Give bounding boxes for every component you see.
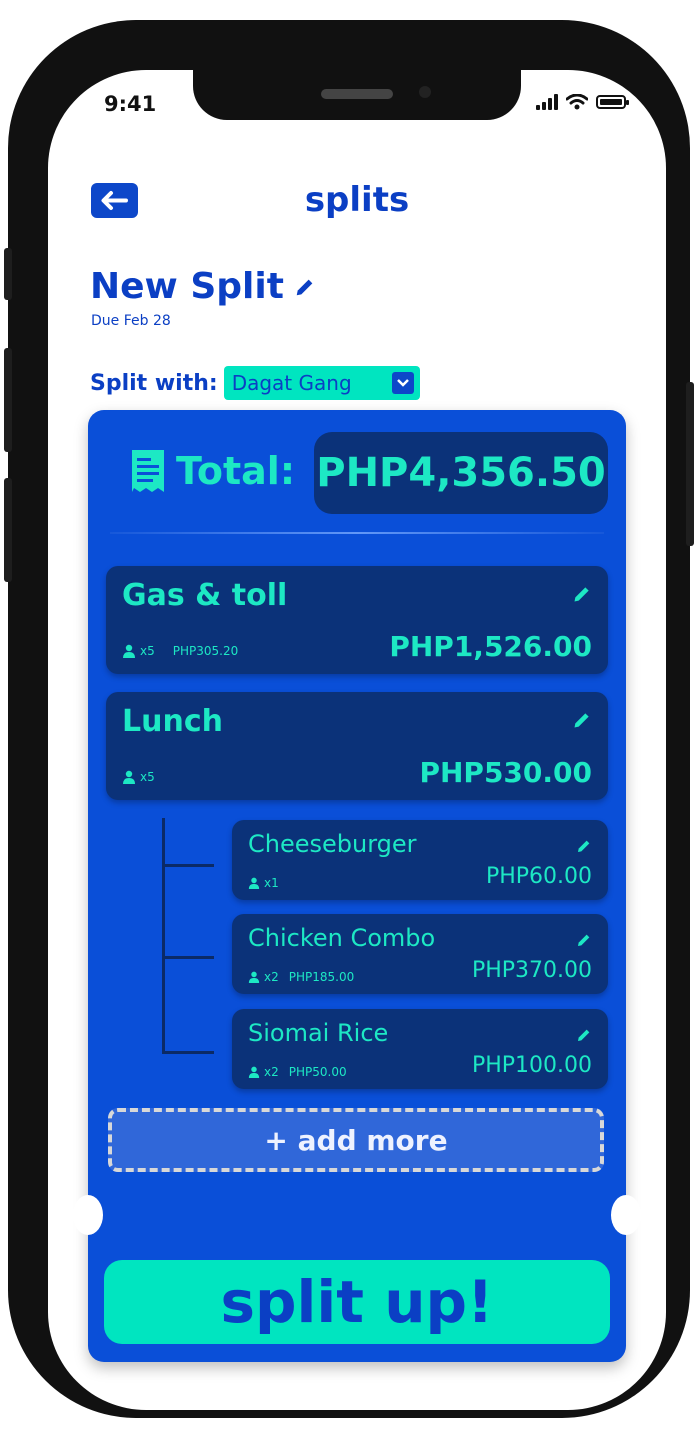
battery-icon [596, 95, 629, 109]
person-icon [248, 877, 260, 889]
person-icon [248, 1066, 260, 1078]
subitem-meta: x1 [248, 876, 279, 890]
split-card: Total: PHP4,356.50 Gas & toll x5 PHP305.… [73, 410, 641, 1362]
ticket-notch-left [73, 1195, 103, 1235]
total-label-row: Total: [130, 448, 295, 494]
split-name-text: New Split [90, 266, 284, 307]
ticket-notch-right [611, 1195, 641, 1235]
split-up-button[interactable]: split up! [104, 1260, 610, 1344]
subitem-siomai-rice[interactable]: Siomai Rice x2 PHP50.00 PHP100.00 [232, 1009, 608, 1089]
subitem-people: x2 [264, 970, 279, 984]
pencil-icon[interactable] [294, 276, 316, 298]
tree-connector [162, 818, 165, 1054]
total-box: PHP4,356.50 [314, 432, 608, 514]
pencil-icon[interactable] [576, 838, 592, 854]
subitem-amount: PHP370.00 [471, 958, 592, 983]
wifi-icon [566, 94, 588, 110]
total-value: PHP4,356.50 [316, 450, 606, 496]
status-icons [536, 94, 629, 110]
subitem-name: Chicken Combo [248, 924, 436, 952]
pencil-icon[interactable] [572, 710, 592, 730]
item-per-person: PHP305.20 [172, 644, 239, 658]
chevron-down-icon [391, 372, 414, 394]
group-select[interactable]: Dagat Gang [223, 366, 420, 400]
subitem-chicken-combo[interactable]: Chicken Combo x2 PHP185.00 PHP370.00 [232, 914, 608, 994]
group-select-value: Dagat Gang [231, 371, 352, 395]
item-name: Gas & toll [122, 578, 288, 613]
add-more-button[interactable]: + add more [108, 1108, 604, 1172]
volume-down-button [4, 478, 12, 582]
item-gas-toll[interactable]: Gas & toll x5 PHP305.20 PHP1,526.00 [106, 566, 608, 674]
add-more-label: + add more [264, 1123, 448, 1157]
divider [110, 532, 604, 534]
screen: 9:41 splits New Split Due Feb 28 Split w… [48, 70, 666, 1410]
tree-branch [162, 1051, 214, 1054]
item-meta: x5 [122, 770, 155, 784]
subitem-people: x1 [264, 876, 279, 890]
total-label: Total: [176, 449, 296, 493]
item-meta: x5 PHP305.20 [122, 644, 238, 658]
item-amount: PHP1,526.00 [389, 630, 592, 663]
notch [193, 70, 521, 120]
signal-icon [536, 94, 558, 110]
subitem-meta: x2 PHP185.00 [248, 970, 354, 984]
tree-branch [162, 956, 214, 959]
split-name: New Split [90, 266, 316, 307]
power-button [686, 382, 694, 546]
subitem-people: x2 [264, 1065, 279, 1079]
subitem-name: Siomai Rice [248, 1019, 389, 1047]
status-time: 9:41 [104, 92, 157, 116]
subitem-per-person: PHP50.00 [288, 1065, 347, 1079]
subitem-amount: PHP100.00 [471, 1053, 592, 1078]
camera [419, 86, 431, 98]
pencil-icon[interactable] [576, 1027, 592, 1043]
subitem-amount: PHP60.00 [485, 864, 592, 889]
mute-switch [4, 248, 12, 300]
subitem-name: Cheeseburger [248, 830, 417, 858]
subitem-cheeseburger[interactable]: Cheeseburger x1 PHP60.00 [232, 820, 608, 900]
tree-branch [162, 864, 214, 867]
pencil-icon[interactable] [576, 932, 592, 948]
subitem-meta: x2 PHP50.00 [248, 1065, 347, 1079]
person-icon [123, 770, 135, 784]
split-with-label: Split with: [90, 370, 218, 396]
person-icon [248, 971, 260, 983]
pencil-icon[interactable] [572, 584, 592, 604]
item-people: x5 [140, 770, 155, 784]
item-amount: PHP530.00 [419, 756, 592, 789]
item-lunch[interactable]: Lunch x5 PHP530.00 [106, 692, 608, 800]
split-with-row: Split with: Dagat Gang [90, 366, 420, 400]
due-date: Due Feb 28 [91, 313, 171, 329]
receipt-icon [132, 450, 164, 492]
volume-up-button [4, 348, 12, 452]
item-name: Lunch [122, 704, 223, 739]
item-people: x5 [140, 644, 155, 658]
subitem-per-person: PHP185.00 [288, 970, 355, 984]
split-up-label: split up! [220, 1268, 494, 1336]
person-icon [123, 644, 135, 658]
app-title: splits [304, 180, 410, 220]
phone-frame: 9:41 splits New Split Due Feb 28 Split w… [4, 20, 694, 1418]
speaker [321, 89, 393, 99]
